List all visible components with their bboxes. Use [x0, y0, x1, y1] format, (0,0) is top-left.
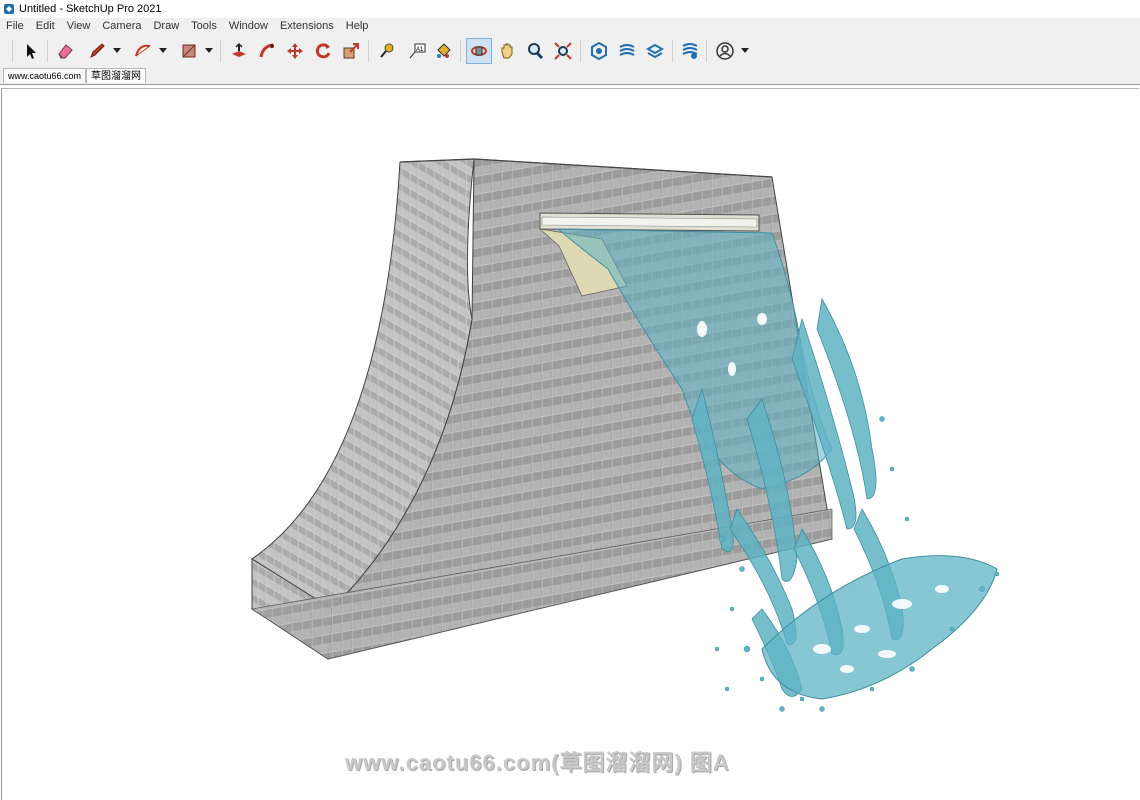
menu-draw[interactable]: Draw: [147, 18, 185, 35]
push-pull-tool-button[interactable]: [226, 38, 252, 64]
text-tool-button[interactable]: A1: [404, 38, 430, 64]
zoom-extents-icon: [554, 42, 572, 60]
modeling-viewport[interactable]: [1, 88, 1139, 800]
extension-manager-icon: [682, 43, 698, 59]
menu-view[interactable]: View: [61, 18, 97, 35]
line-tool-dropdown[interactable]: [112, 38, 122, 64]
toolbar-separator: [12, 40, 13, 62]
warehouse-button[interactable]: [586, 38, 612, 64]
chevron-down-icon: [205, 48, 213, 53]
tape-measure-icon: [380, 43, 394, 58]
arc-tool-button[interactable]: [130, 38, 156, 64]
menu-file[interactable]: File: [0, 18, 30, 35]
menu-help[interactable]: Help: [340, 18, 375, 35]
arc-icon: [135, 44, 151, 57]
select-tool-button[interactable]: [18, 38, 44, 64]
arc-tool-dropdown[interactable]: [158, 38, 168, 64]
chevron-down-icon: [159, 48, 167, 53]
paint-bucket-tool-button[interactable]: [430, 38, 456, 64]
svg-text:A1: A1: [416, 47, 424, 53]
toolbar-separator: [672, 40, 673, 62]
menu-tools[interactable]: Tools: [185, 18, 223, 35]
chevron-down-icon: [113, 48, 121, 53]
shape-tool-dropdown[interactable]: [204, 38, 214, 64]
push-pull-icon: [232, 42, 246, 57]
menu-edit[interactable]: Edit: [30, 18, 61, 35]
zoom-tool-button[interactable]: [522, 38, 548, 64]
move-tool-button[interactable]: [282, 38, 308, 64]
pan-tool-button[interactable]: [494, 38, 520, 64]
zoom-extents-tool-button[interactable]: [550, 38, 576, 64]
follow-me-tool-button[interactable]: [254, 38, 280, 64]
account-button[interactable]: [712, 38, 738, 64]
orbit-tool-button[interactable]: [466, 38, 492, 64]
tape-measure-tool-button[interactable]: [374, 38, 400, 64]
scale-tool-button[interactable]: [338, 38, 364, 64]
window-title: Untitled - SketchUp Pro 2021: [19, 3, 162, 15]
watermark-text: www.caotu66.com(草图溜溜网) 图A: [345, 750, 730, 775]
menu-window[interactable]: Window: [223, 18, 274, 35]
3d-model-scene: [250, 158, 1000, 712]
move-icon: [287, 43, 303, 59]
extension-warehouse-button[interactable]: [614, 38, 640, 64]
menu-extensions[interactable]: Extensions: [274, 18, 340, 35]
extension-warehouse-icon: [619, 44, 635, 56]
follow-me-icon: [259, 43, 274, 58]
eraser-icon: [58, 44, 73, 59]
rotate-tool-button[interactable]: [310, 38, 336, 64]
main-toolbar: A1: [0, 35, 1140, 68]
layout-button[interactable]: [642, 38, 668, 64]
menu-bar: File Edit View Camera Draw Tools Window …: [0, 18, 1140, 35]
eraser-tool-button[interactable]: [52, 38, 78, 64]
toolbar-separator: [368, 40, 369, 62]
magnifier-icon: [528, 43, 544, 60]
toolbar-separator: [580, 40, 581, 62]
rotate-icon: [315, 43, 331, 59]
menu-camera[interactable]: Camera: [96, 18, 147, 35]
3d-warehouse-icon: [591, 41, 607, 61]
account-dropdown[interactable]: [740, 38, 750, 64]
toolbar-separator: [706, 40, 707, 62]
shape-tool-button[interactable]: [176, 38, 202, 64]
chevron-down-icon: [741, 48, 749, 53]
pencil-icon: [90, 43, 105, 59]
arrow-cursor-icon: [27, 44, 36, 59]
user-account-icon: [716, 42, 734, 60]
paint-bucket-icon: [437, 43, 451, 58]
scene-tab[interactable]: www.caotu66.com: [3, 68, 87, 83]
toolbar-separator: [47, 40, 48, 62]
title-bar: Untitled - SketchUp Pro 2021: [0, 0, 1140, 18]
line-tool-button[interactable]: [84, 38, 110, 64]
scene-tab-bar: www.caotu66.com 草图溜溜网: [0, 67, 1140, 85]
pan-hand-icon: [501, 43, 513, 59]
extension-manager-button[interactable]: [677, 38, 703, 64]
rectangle-icon: [182, 44, 196, 58]
sketchup-logo-icon: [4, 4, 14, 14]
layout-icon: [645, 43, 665, 59]
toolbar-separator: [460, 40, 461, 62]
toolbar-separator: [220, 40, 221, 62]
orbit-icon: [471, 46, 487, 56]
scale-icon: [343, 43, 359, 59]
scene-tab-active[interactable]: 草图溜溜网: [86, 68, 146, 83]
text-label-icon: A1: [409, 43, 426, 59]
